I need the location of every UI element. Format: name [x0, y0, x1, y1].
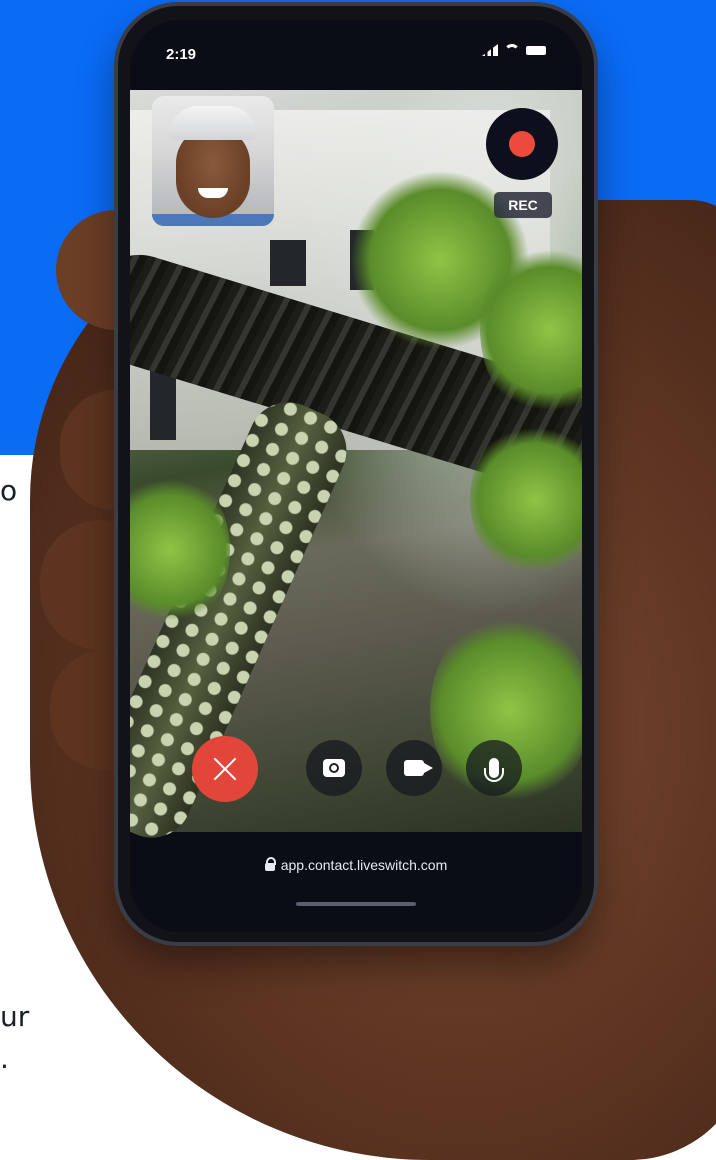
flip-camera-button[interactable] [306, 740, 362, 796]
camera-flip-icon [323, 759, 345, 777]
close-icon [212, 756, 238, 782]
phone-screen: 2:19 REC app.contact.liveswitch.com [130, 20, 582, 932]
wifi-icon [504, 44, 520, 56]
record-icon [509, 131, 535, 157]
hero-text-line-3: . [0, 1042, 9, 1075]
lock-icon [264, 857, 276, 871]
self-view-cap [170, 106, 256, 140]
end-call-button[interactable] [192, 736, 258, 802]
hero-text-line-1: o [0, 474, 18, 507]
status-bar: 2:19 [130, 20, 582, 90]
record-label: REC [494, 192, 552, 218]
status-icons [482, 44, 546, 56]
hero-text-line-2: ur [0, 1000, 30, 1033]
home-indicator[interactable] [296, 902, 416, 906]
browser-url-bar[interactable]: app.contact.liveswitch.com [130, 850, 582, 880]
mic-toggle-button[interactable] [466, 740, 522, 796]
record-button[interactable] [486, 108, 558, 180]
house-window [270, 240, 306, 286]
signal-icon [482, 44, 498, 56]
battery-icon [526, 45, 546, 55]
video-camera-icon [404, 760, 433, 776]
status-time: 2:19 [166, 46, 197, 63]
microphone-icon [484, 758, 504, 782]
self-view-video[interactable] [152, 96, 274, 226]
url-text: app.contact.liveswitch.com [280, 857, 448, 873]
video-toggle-button[interactable] [386, 740, 442, 796]
